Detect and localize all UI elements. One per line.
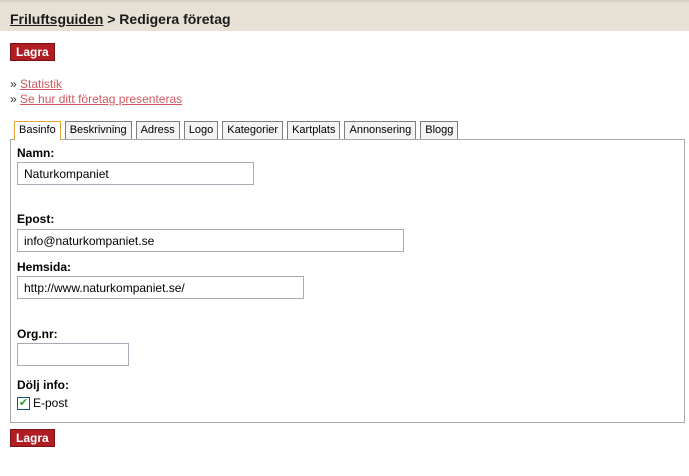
tab-blogg[interactable]: Blogg	[420, 121, 459, 139]
tab-kategorier[interactable]: Kategorier	[222, 121, 284, 139]
tab-kartplats[interactable]: Kartplats	[287, 121, 341, 139]
hide-email-checkbox[interactable]: ✔	[17, 396, 30, 410]
checkmark-icon: ✔	[18, 396, 29, 409]
breadcrumb-home-link[interactable]: Friluftsguiden	[10, 11, 103, 27]
orgnr-label: Org.nr:	[17, 327, 58, 341]
preview-company-link[interactable]: Se hur ditt företag presenteras	[20, 92, 182, 106]
tab-adress[interactable]: Adress	[135, 121, 180, 139]
action-links: » Statistik » Se hur ditt företag presen…	[10, 77, 182, 107]
tab-annonsering[interactable]: Annonsering	[344, 121, 417, 139]
email-label: Epost:	[17, 212, 55, 226]
bullet-icon: »	[10, 92, 17, 106]
tab-logo[interactable]: Logo	[183, 121, 219, 139]
name-label: Namn:	[17, 146, 55, 160]
tab-beskrivning[interactable]: Beskrivning	[64, 121, 132, 139]
website-field[interactable]	[17, 276, 304, 299]
name-field[interactable]	[17, 162, 254, 185]
website-label: Hemsida:	[17, 260, 72, 274]
statistics-link[interactable]: Statistik	[20, 77, 62, 91]
save-button-top[interactable]: Lagra	[10, 43, 55, 61]
page-title: Redigera företag	[119, 11, 231, 27]
hide-email-label: E-post	[33, 396, 68, 410]
link-row-statistics: » Statistik	[10, 77, 182, 92]
hide-email-option: ✔ E-post	[17, 396, 68, 410]
orgnr-field[interactable]	[17, 343, 129, 366]
breadcrumb-separator: >	[103, 11, 120, 27]
tab-bar: Basinfo Beskrivning Adress Logo Kategori…	[14, 121, 459, 140]
bullet-icon: »	[10, 77, 17, 91]
link-row-preview: » Se hur ditt företag presenteras	[10, 92, 182, 107]
tab-basinfo[interactable]: Basinfo	[14, 121, 61, 140]
page-header: Friluftsguiden > Redigera företag	[0, 0, 689, 31]
email-field[interactable]	[17, 229, 404, 252]
save-button-bottom[interactable]: Lagra	[10, 429, 55, 447]
hide-info-label: Dölj info:	[17, 378, 69, 392]
